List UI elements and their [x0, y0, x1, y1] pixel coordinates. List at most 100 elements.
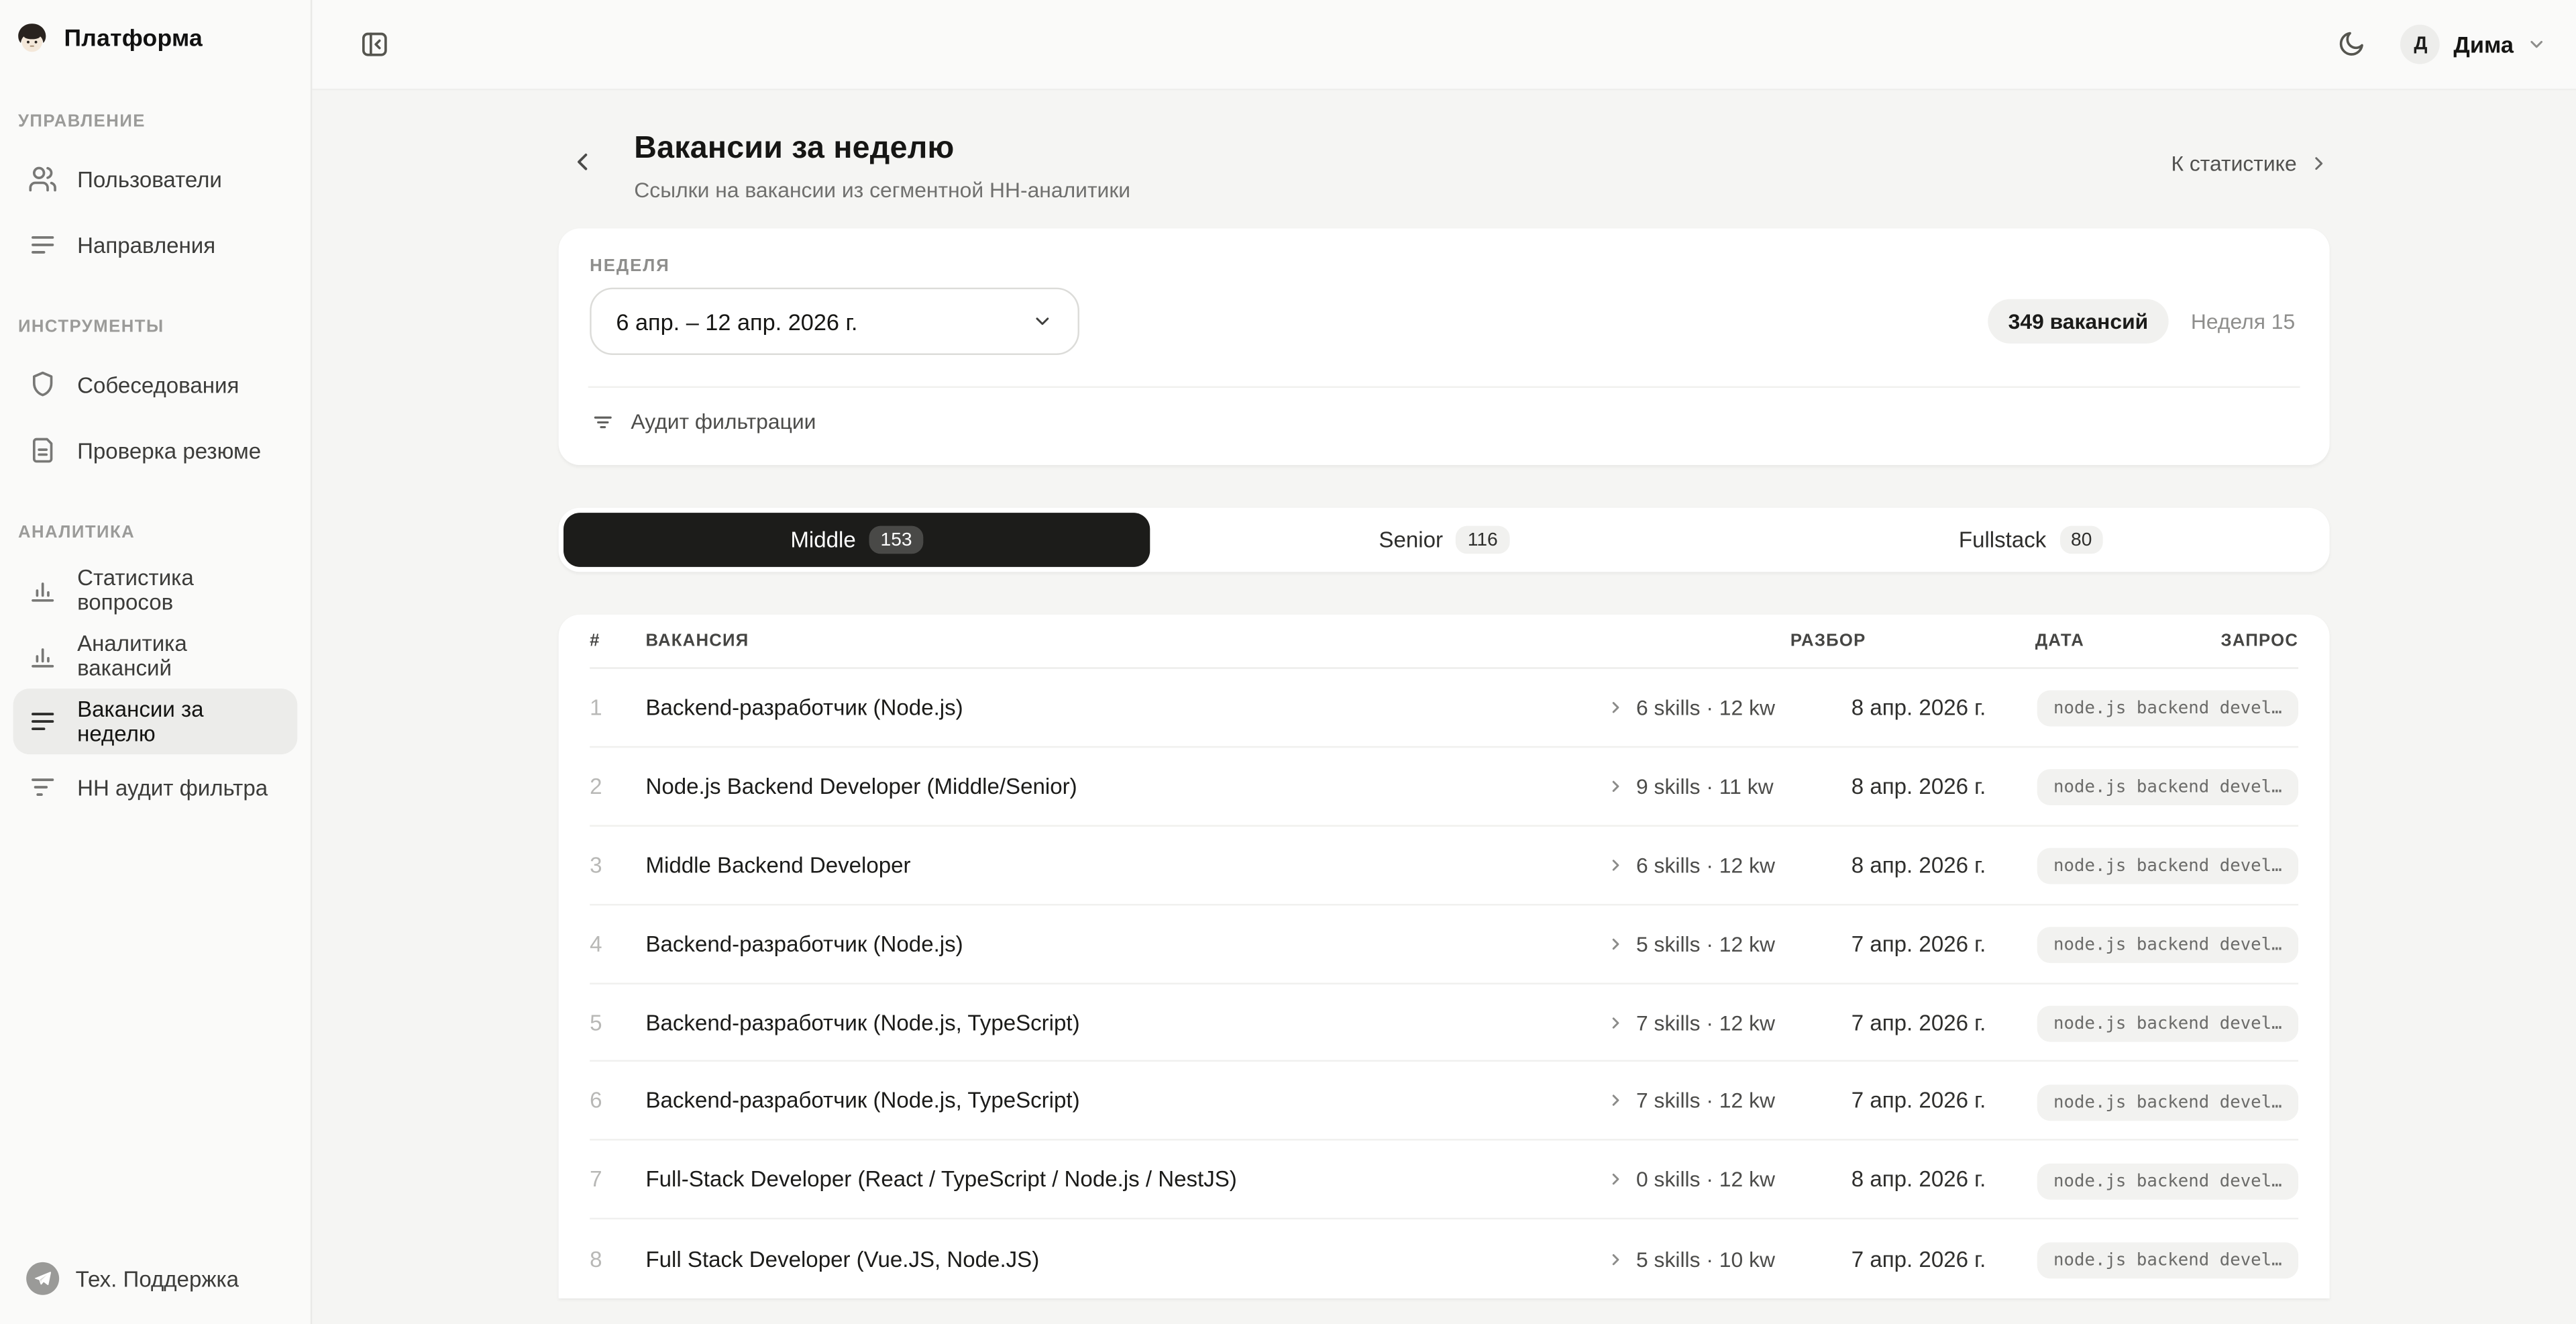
parse-expander[interactable]: 0 skills · 12 kw: [1607, 1167, 1851, 1192]
back-button[interactable]: [568, 148, 596, 176]
sidebar-item[interactable]: Аналитика вакансий: [13, 623, 298, 689]
sidebar-item[interactable]: Собеседования: [13, 352, 298, 417]
table-row: 2 Node.js Backend Developer (Middle/Seni…: [590, 748, 2299, 827]
parse-expander[interactable]: 6 skills · 12 kw: [1607, 695, 1851, 720]
vacancy-title-link[interactable]: Backend-разработчик (Node.js): [645, 931, 1606, 956]
table-row: 1 Backend-разработчик (Node.js) 6 skills…: [590, 669, 2299, 748]
theme-toggle-moon-icon[interactable]: [2328, 21, 2375, 68]
parse-expander[interactable]: 5 skills · 12 kw: [1607, 931, 1851, 956]
chevron-right-icon: [1612, 1017, 1619, 1028]
nav-section-title: УПРАВЛЕНИЕ: [17, 111, 146, 132]
row-number: 6: [590, 1088, 602, 1113]
parse-expander[interactable]: 7 skills · 12 kw: [1607, 1088, 1851, 1113]
query-badge[interactable]: node.js backend devel…: [2037, 1005, 2299, 1042]
audit-filter-toggle[interactable]: Аудит фильтрации: [590, 388, 2298, 444]
brand-name: Платформа: [64, 25, 203, 52]
filter-icon: [594, 415, 612, 427]
chevron-right-icon: [1612, 1095, 1619, 1107]
tab-middle[interactable]: Middle 153: [564, 513, 1151, 567]
vacancy-title-link[interactable]: Middle Backend Developer: [645, 852, 1606, 877]
vacancy-title-link[interactable]: Backend-разработчик (Node.js, TypeScript…: [645, 1088, 1606, 1113]
parse-summary: 7 skills · 12 kw: [1635, 1009, 1776, 1035]
week-select[interactable]: 6 апр. – 12 апр. 2026 г.: [590, 287, 1079, 355]
query-badge[interactable]: node.js backend devel…: [2037, 691, 2299, 727]
parse-summary: 7 skills · 12 kw: [1635, 1088, 1776, 1113]
week-select-value: 6 апр. – 12 апр. 2026 г.: [616, 308, 858, 335]
sidebar-item[interactable]: Статистика вопросов: [13, 557, 298, 623]
sidebar-item[interactable]: Проверка резюме: [13, 417, 298, 483]
vacancy-title-link[interactable]: Backend-разработчик (Node.js, TypeScript…: [645, 1010, 1606, 1035]
query-badge[interactable]: node.js backend devel…: [2037, 1242, 2299, 1279]
sidebar-item[interactable]: Пользователи: [13, 146, 298, 212]
bar-chart-icon: [28, 575, 58, 605]
table-row: 7 Full-Stack Developer (React / TypeScri…: [590, 1141, 2299, 1220]
level-tabs: Middle 153 Senior 116 Fullstack 80: [558, 507, 2330, 572]
row-date: 7 апр. 2026 г.: [1851, 1088, 1986, 1113]
chevron-right-icon: [1612, 859, 1619, 870]
align-left-icon: [28, 230, 58, 260]
col-date: ДАТА: [2035, 631, 2085, 651]
avatar: Д: [2401, 24, 2440, 64]
parse-summary: 5 skills · 12 kw: [1635, 931, 1776, 956]
query-badge[interactable]: node.js backend devel…: [2037, 1163, 2299, 1200]
row-date: 7 апр. 2026 г.: [1851, 931, 1986, 956]
parse-summary: 6 skills · 12 kw: [1635, 852, 1776, 878]
main-content: Вакансии за неделю Ссылки на вакансии из…: [312, 90, 2576, 1324]
brand[interactable]: Платформа: [0, 0, 311, 72]
query-badge[interactable]: node.js backend devel…: [2037, 769, 2299, 806]
chevron-right-icon: [1612, 780, 1619, 792]
tab-senior[interactable]: Senior 116: [1150, 513, 1737, 567]
topbar-right: Д Дима: [2328, 21, 2546, 68]
users-icon: [28, 164, 58, 194]
stats-link[interactable]: К статистике: [2171, 151, 2329, 176]
col-query: ЗАПРОС: [2220, 631, 2299, 651]
sidebar-item-label: Направления: [77, 232, 216, 258]
chevron-down-icon: [2527, 34, 2546, 54]
sidebar: Платформа УПРАВЛЕНИЕ Пользователи Направле…: [0, 0, 313, 1324]
shield-icon: [28, 370, 58, 399]
query-badge[interactable]: node.js backend devel…: [2037, 927, 2299, 964]
row-number: 3: [590, 852, 602, 878]
table-row: 8 Full Stack Developer (Vue.JS, Node.JS)…: [590, 1220, 2299, 1298]
tab-label: Senior: [1379, 527, 1444, 552]
parse-summary: 5 skills · 10 kw: [1635, 1246, 1776, 1272]
parse-expander[interactable]: 6 skills · 12 kw: [1607, 852, 1851, 877]
parse-summary: 9 skills · 11 kw: [1635, 774, 1774, 799]
sidebar-collapse-button[interactable]: [352, 21, 398, 68]
row-date: 8 апр. 2026 г.: [1851, 852, 1986, 878]
query-badge[interactable]: node.js backend devel…: [2037, 1084, 2299, 1121]
col-vacancy: ВАКАНСИЯ: [645, 631, 749, 651]
row-date: 8 апр. 2026 г.: [1851, 695, 1986, 720]
sidebar-item-label: Статистика вопросов: [77, 565, 194, 615]
tab-fullstack[interactable]: Fullstack 80: [1737, 513, 2324, 567]
sidebar-item[interactable]: НН аудит фильтра: [13, 754, 298, 820]
user-menu[interactable]: Д Дима: [2401, 24, 2546, 64]
parse-expander[interactable]: 5 skills · 10 kw: [1607, 1247, 1851, 1272]
parse-expander[interactable]: 7 skills · 12 kw: [1607, 1010, 1851, 1035]
table-header-row: # ВАКАНСИЯ РАЗБОР ДАТА ЗАПРОС: [590, 615, 2299, 669]
sidebar-item[interactable]: Направления: [13, 212, 298, 278]
tab-count-badge: 153: [869, 525, 924, 554]
table-row: 5 Backend-разработчик (Node.js, TypeScri…: [590, 984, 2299, 1063]
vacancy-title-link[interactable]: Backend-разработчик (Node.js): [645, 695, 1606, 720]
brand-logo-icon: [15, 21, 49, 56]
sidebar-item[interactable]: Вакансии за неделю: [13, 689, 298, 755]
vacancy-title-link[interactable]: Full-Stack Developer (React / TypeScript…: [645, 1167, 1606, 1192]
sidebar-item-label: Проверка резюме: [77, 438, 262, 463]
sidebar-item-support[interactable]: Тех. Поддержка: [0, 1239, 311, 1324]
parse-expander[interactable]: 9 skills · 11 kw: [1607, 774, 1851, 799]
stats-link-label: К статистике: [2171, 151, 2297, 176]
tab-label: Fullstack: [1958, 527, 2047, 552]
query-badge[interactable]: node.js backend devel…: [2037, 848, 2299, 885]
row-date: 7 апр. 2026 г.: [1851, 1246, 1986, 1272]
vacancy-title-link[interactable]: Node.js Backend Developer (Middle/Senior…: [645, 774, 1606, 799]
week-card: НЕДЕЛЯ 6 апр. – 12 апр. 2026 г. 349 вака…: [558, 228, 2330, 466]
row-number: 5: [590, 1009, 602, 1035]
nav-section-title: АНАЛИТИКА: [17, 522, 136, 543]
nav-section-title: ИНСТРУМЕНТЫ: [17, 317, 164, 338]
parse-summary: 0 skills · 12 kw: [1635, 1167, 1776, 1192]
audit-filter-label: Аудит фильтрации: [631, 409, 816, 434]
table-row: 6 Backend-разработчик (Node.js, TypeScri…: [590, 1062, 2299, 1141]
vacancy-title-link[interactable]: Full Stack Developer (Vue.JS, Node.JS): [645, 1247, 1606, 1272]
week-label: НЕДЕЛЯ: [590, 256, 670, 276]
